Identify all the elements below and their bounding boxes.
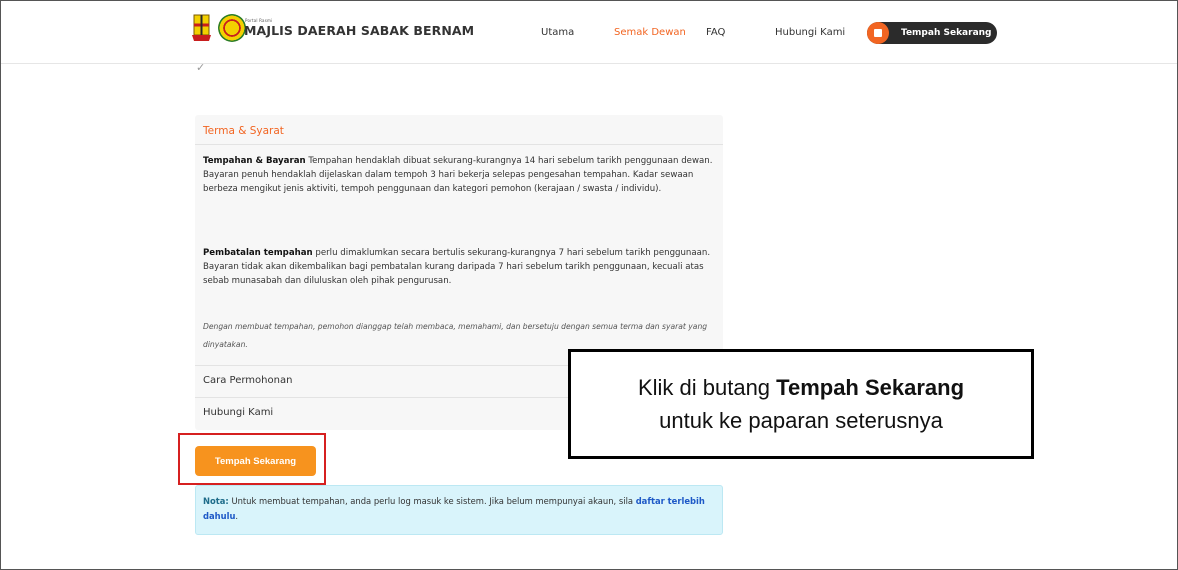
instruction-callout: Klik di butang Tempah Sekarang untuk ke …: [568, 349, 1034, 459]
login-note: Nota: Untuk membuat tempahan, anda perlu…: [195, 485, 723, 535]
login-note-text: Nota: Untuk membuat tempahan, anda perlu…: [203, 494, 718, 524]
tempah-sekarang-button[interactable]: Tempah Sekarang: [195, 446, 316, 476]
crest-icon: [192, 14, 211, 41]
note-body: Untuk membuat tempahan, anda perlu log m…: [228, 496, 636, 506]
nav-semak-dewan[interactable]: Semak Dewan: [614, 27, 686, 38]
calendar-icon: [867, 22, 889, 44]
header-book-button[interactable]: Tempah Sekarang: [867, 22, 997, 44]
nav-utama[interactable]: Utama: [541, 27, 574, 38]
nav-faq[interactable]: FAQ: [706, 27, 725, 38]
callout-bold: Tempah Sekarang: [776, 375, 965, 400]
council-seal-icon: [218, 14, 246, 42]
cancellation-heading: Pembatalan tempahan: [203, 248, 313, 258]
check-icon: ✓: [196, 61, 206, 74]
callout-pre: Klik di butang: [637, 375, 777, 400]
accordion-label: Hubungi Kami: [203, 407, 274, 418]
terms-booking-payment: Tempahan & Bayaran Tempahan hendaklah di…: [203, 154, 713, 196]
booking-payment-heading: Tempahan & Bayaran: [203, 156, 306, 166]
accordion-label: Cara Permohonan: [203, 375, 293, 386]
top-navbar: Portal Rasmi MAJLIS DAERAH SABAK BERNAM …: [1, 1, 1177, 64]
header-book-label: Tempah Sekarang: [901, 28, 992, 38]
screenshot-frame: Portal Rasmi MAJLIS DAERAH SABAK BERNAM …: [0, 0, 1178, 570]
note-label: Nota:: [203, 496, 229, 506]
terms-cancellation: Pembatalan tempahan perlu dimaklumkan se…: [203, 246, 713, 288]
nav-hubungi-kami[interactable]: Hubungi Kami: [775, 27, 845, 38]
callout-line-1: Klik di butang Tempah Sekarang: [638, 371, 964, 404]
callout-line-2: untuk ke paparan seterusnya: [659, 408, 943, 433]
terms-header[interactable]: Terma & Syarat: [195, 115, 723, 145]
brand-title: MAJLIS DAERAH SABAK BERNAM: [244, 23, 475, 38]
terms-title: Terma & Syarat: [203, 125, 284, 137]
note-end: .: [235, 511, 239, 521]
